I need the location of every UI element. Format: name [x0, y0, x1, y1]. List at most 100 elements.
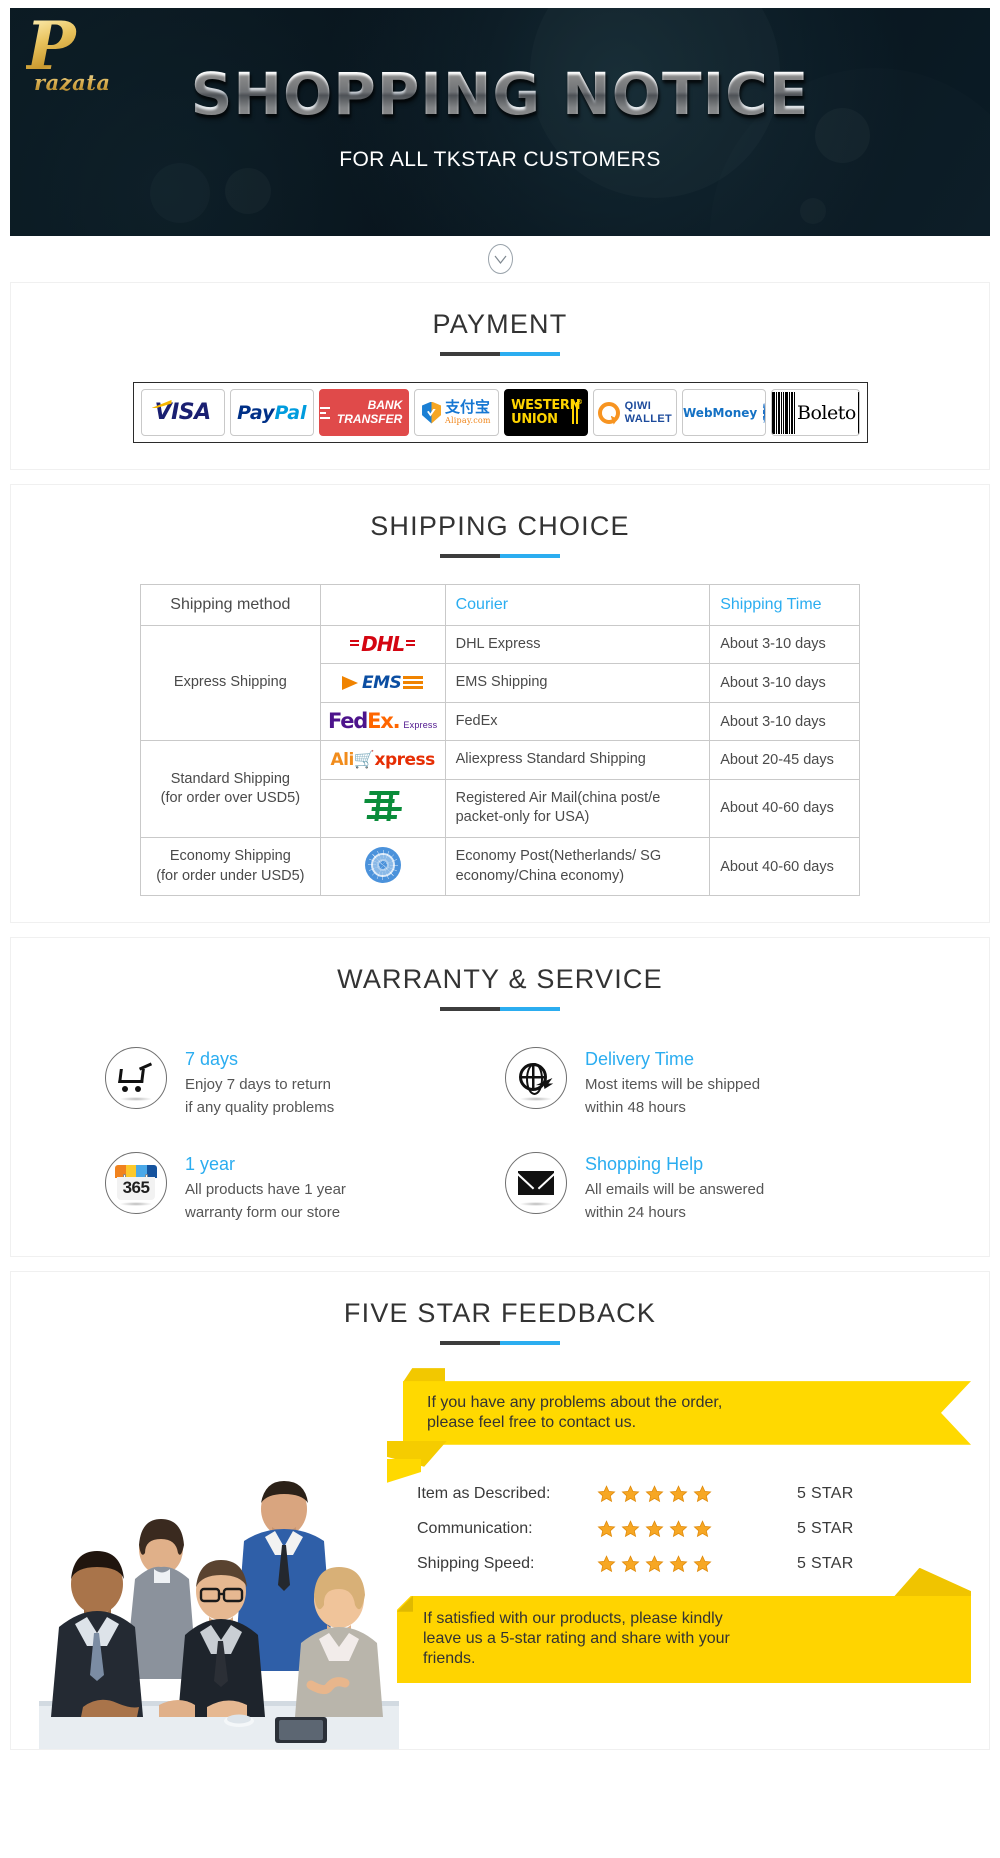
- star-rating: [597, 1519, 797, 1539]
- contact-banner-line1: If you have any problems about the order…: [427, 1394, 723, 1412]
- payment-qiwi-wallet-icon[interactable]: QIWI WALLET: [592, 389, 677, 436]
- business-team-photo: [39, 1449, 399, 1750]
- rule-dark: [440, 1007, 500, 1012]
- cell-time: About 40-60 days: [709, 836, 860, 897]
- cell-logo-ems: EMS: [319, 663, 446, 703]
- feedback-right-column: If you have any problems about the order…: [387, 1368, 971, 1684]
- star-rating: [597, 1484, 797, 1504]
- calendar-365-icon: 365: [105, 1151, 167, 1214]
- ratings-list: Item as Described: 5 STAR Communication:: [417, 1484, 971, 1574]
- contact-us-banner: If you have any problems about the order…: [387, 1368, 971, 1483]
- decorative-circle: [150, 163, 210, 223]
- rule-blue: [500, 554, 560, 558]
- envelope-icon: [505, 1151, 567, 1214]
- cell-logo-dhl: DHL: [319, 624, 446, 665]
- rating-label: Item as Described:: [417, 1485, 551, 1503]
- shopping-notice-page: P razata SHOPPING NOTICE FOR ALL TKSTAR …: [0, 8, 1000, 1751]
- hero-banner: P razata SHOPPING NOTICE FOR ALL TKSTAR …: [10, 8, 990, 236]
- globe-icon: [763, 402, 766, 423]
- payment-bank-transfer-icon[interactable]: BANK TRANSFER: [319, 389, 410, 436]
- rating-row-communication: Communication: 5 STAR: [417, 1519, 971, 1539]
- rule-dark: [440, 1341, 500, 1346]
- leave-rating-banner: If satisfied with our products, please k…: [397, 1567, 971, 1684]
- table-header-row: Shipping method Courier Shipping Time: [140, 584, 860, 626]
- rating-value: 5 STAR: [797, 1520, 854, 1538]
- rating-row-item-as-described: Item as Described: 5 STAR: [417, 1484, 971, 1504]
- cell-method-express: Express Shipping: [140, 624, 321, 742]
- chevron-down-icon[interactable]: [487, 244, 513, 274]
- cell-courier: EMS Shipping: [444, 663, 711, 703]
- barcode-icon: [772, 391, 795, 434]
- col-shipping-time: Shipping Time: [709, 584, 860, 626]
- shipping-table: Shipping method Courier Shipping Time Ex…: [140, 584, 860, 897]
- cell-logo-un-post: [319, 836, 446, 897]
- warranty-item-desc: Enjoy 7 days to return if any quality pr…: [185, 1076, 335, 1117]
- payment-boleto-icon[interactable]: Boleto: [771, 389, 860, 436]
- scroll-hint[interactable]: [0, 236, 1000, 282]
- section-rule: [11, 554, 989, 558]
- warranty-item-title: Shopping Help: [585, 1153, 704, 1174]
- shipping-section: SHIPPING CHOICE Shipping method Courier …: [10, 484, 990, 924]
- cell-courier: Aliexpress Standard Shipping: [444, 740, 711, 780]
- col-shipping-method: Shipping method: [140, 584, 321, 626]
- rule-blue: [500, 1341, 560, 1346]
- rule-blue: [500, 352, 560, 356]
- payment-alipay-icon[interactable]: 支付宝 Alipay.com: [414, 389, 499, 436]
- dhl-logo: DHL: [350, 632, 416, 656]
- cell-courier: Economy Post(Netherlands/ SG economy/Chi…: [444, 836, 711, 897]
- page-subtitle: FOR ALL TKSTAR CUSTOMERS: [339, 148, 661, 171]
- rating-banner-line1: If satisfied with our products, please k…: [423, 1609, 723, 1627]
- cell-time: About 3-10 days: [709, 663, 860, 703]
- warranty-item-shopping-help: Shopping Help All emails will be answere…: [505, 1151, 895, 1225]
- warranty-item-desc: All products have 1 year warranty form o…: [185, 1180, 346, 1221]
- table-row: Standard Shipping (for order over USD5) …: [140, 740, 860, 838]
- un-post-logo: [364, 846, 401, 883]
- section-rule: [11, 1007, 989, 1012]
- warranty-item-returns: 7 days Enjoy 7 days to return if any qua…: [105, 1047, 495, 1120]
- cell-courier: DHL Express: [444, 624, 711, 665]
- contact-banner-line2: please feel free to contact us.: [427, 1413, 637, 1431]
- warranty-title: WARRANTY & SERVICE: [337, 964, 663, 995]
- warranty-item-one-year: 365 1 year All products have 1 year warr…: [105, 1151, 495, 1225]
- barcode-icon: [857, 391, 859, 434]
- aliexpress-logo: Ali🛒xpress: [330, 750, 436, 771]
- cell-method-standard: Standard Shipping (for order over USD5): [140, 740, 321, 838]
- cell-logo-fedex: FedEx. Express: [319, 701, 446, 742]
- warranty-item-delivery-time: Delivery Time Most items will be shipped…: [505, 1047, 895, 1120]
- warranty-section: WARRANTY & SERVICE 7 days Enjoy 7 days t…: [10, 937, 990, 1258]
- warranty-item-desc: Most items will be shipped within 48 hou…: [585, 1076, 761, 1117]
- rating-row-shipping-speed: Shipping Speed: 5 STAR: [417, 1554, 971, 1574]
- payment-webmoney-icon[interactable]: WebMoney: [682, 389, 767, 436]
- rule-dark: [440, 352, 500, 356]
- warranty-items: 7 days Enjoy 7 days to return if any qua…: [105, 1047, 895, 1224]
- cell-time: About 40-60 days: [709, 778, 860, 838]
- col-courier: Courier: [444, 584, 711, 626]
- cell-logo-aliexpress: Ali🛒xpress: [319, 740, 446, 780]
- page-title: SHOPPING NOTICE: [10, 60, 990, 128]
- cell-courier: Registered Air Mail(china post/e packet-…: [444, 778, 711, 838]
- china-post-logo: [361, 789, 404, 824]
- decorative-circle: [800, 198, 826, 224]
- section-rule: [11, 1341, 989, 1346]
- cell-logo-china-post: [319, 778, 446, 838]
- decorative-circle: [225, 168, 271, 214]
- col-logo: [319, 584, 446, 626]
- payment-paypal-icon[interactable]: PayPal: [229, 389, 314, 436]
- payment-methods-list: VISA PayPal BANK TRANSFER 支付宝 Alipay.com: [132, 382, 868, 443]
- ems-logo: EMS: [341, 673, 424, 693]
- cell-method-economy: Economy Shipping (for order under USD5): [140, 836, 321, 897]
- cell-courier: FedEx: [444, 701, 711, 742]
- payment-visa-icon[interactable]: VISA: [140, 389, 225, 436]
- warranty-item-title: Delivery Time: [585, 1049, 695, 1070]
- rule-dark: [440, 554, 500, 558]
- payment-title: PAYMENT: [432, 309, 568, 339]
- shipping-title: SHIPPING CHOICE: [370, 511, 630, 541]
- table-row: Express Shipping DHL DHL Express About 3…: [140, 624, 860, 742]
- payment-western-union-icon[interactable]: WESTERN UNION ®: [503, 389, 588, 436]
- section-rule: [11, 352, 989, 356]
- rule-blue: [500, 1007, 560, 1012]
- feedback-body: If you have any problems about the order…: [11, 1368, 989, 1750]
- fedex-logo: FedEx. Express: [327, 709, 438, 733]
- rating-value: 5 STAR: [797, 1555, 854, 1573]
- payment-section: PAYMENT VISA PayPal BANK TRANSFER 支付宝 Al…: [10, 282, 990, 470]
